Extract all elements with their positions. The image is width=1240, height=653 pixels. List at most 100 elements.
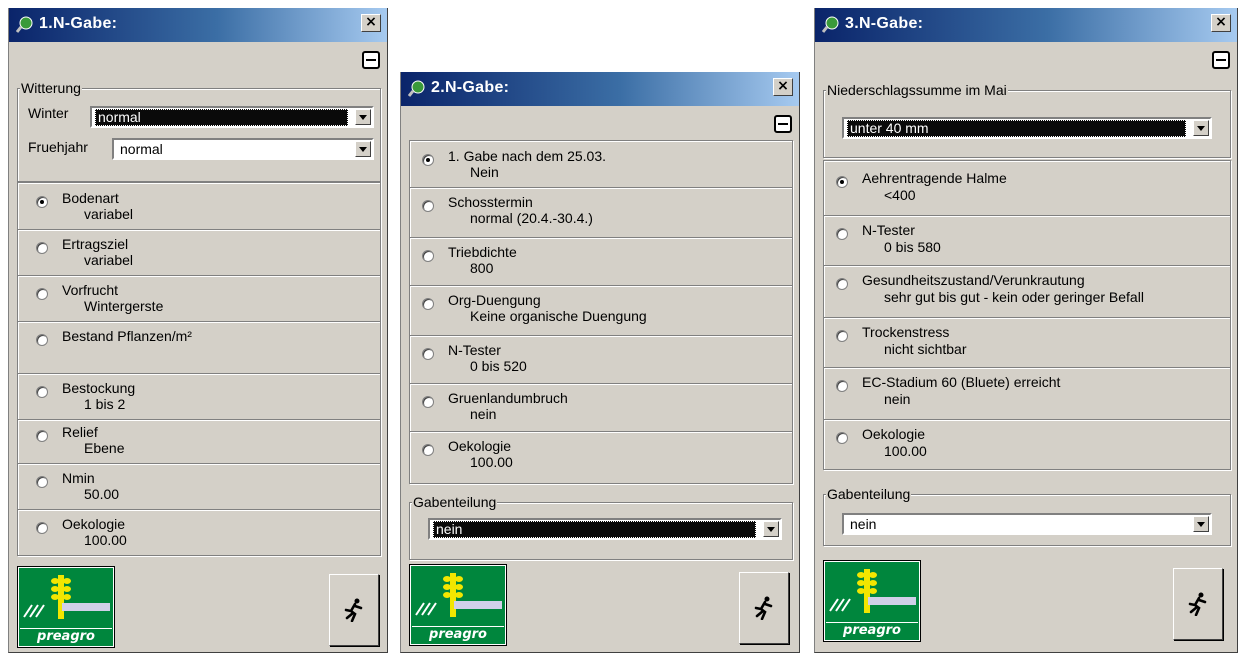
close-icon[interactable]: × [1211, 14, 1231, 32]
item-value: 100.00 [470, 454, 513, 470]
radio[interactable] [36, 242, 48, 254]
item-label: Oekologie [862, 426, 926, 442]
minimize-icon[interactable] [362, 51, 380, 69]
run-button[interactable] [329, 574, 379, 646]
group-label: Gabenteilung [412, 494, 498, 510]
chevron-down-icon[interactable] [1193, 120, 1209, 136]
list-item[interactable]: Nmin 50.00 [18, 463, 380, 510]
titlebar[interactable]: 1.N-Gabe: × [9, 8, 387, 42]
item-label: Org-Duengung [448, 292, 541, 308]
item-label: Nmin [62, 470, 95, 486]
item-value: Keine organische Duengung [470, 308, 647, 324]
winter-select[interactable]: normal [90, 106, 374, 128]
item-label: Oekologie [62, 516, 126, 532]
wheat-logo-icon [829, 569, 916, 613]
item-value: Nein [470, 164, 499, 180]
item-label: Relief [62, 424, 98, 440]
logo-text: preagro [826, 622, 918, 639]
list-item[interactable]: Schosstermin normal (20.4.-30.4.) [410, 187, 792, 238]
winter-label: Winter [28, 105, 69, 121]
radio[interactable] [836, 278, 848, 290]
radio[interactable] [422, 396, 434, 408]
titlebar[interactable]: 3.N-Gabe: × [815, 8, 1237, 42]
radio[interactable] [836, 228, 848, 240]
item-label: Aehrentragende Halme [862, 170, 1007, 186]
item-value: <400 [884, 187, 916, 203]
list-item[interactable]: Oekologie 100.00 [410, 431, 792, 483]
chevron-down-icon[interactable] [355, 109, 371, 125]
minimize-icon[interactable] [1212, 51, 1230, 69]
list-item[interactable]: Ertragsziel variabel [18, 229, 380, 276]
radio[interactable] [422, 444, 434, 456]
list-item[interactable]: Oekologie 100.00 [824, 419, 1230, 469]
list-item[interactable]: Gruenlandumbruch nein [410, 383, 792, 432]
radio[interactable] [422, 348, 434, 360]
running-man-icon [1188, 592, 1207, 616]
window-3-n-gabe: 3.N-Gabe: × Niederschlagssumme im Mai un… [814, 8, 1238, 653]
gabenteilung-select[interactable]: nein [428, 518, 782, 540]
item-value: 1 bis 2 [84, 396, 126, 412]
list-item[interactable]: Aehrentragende Halme <400 [824, 161, 1230, 216]
group-label: Gabenteilung [826, 486, 912, 502]
radio[interactable] [422, 200, 434, 212]
item-value: variabel [84, 252, 134, 268]
wheat-logo-icon [23, 575, 110, 619]
fruehjahr-select[interactable]: normal [112, 138, 374, 160]
list-item[interactable]: EC-Stadium 60 (Bluete) erreicht nein [824, 367, 1230, 420]
radio[interactable] [836, 380, 848, 392]
item-value: nein [884, 391, 911, 407]
radio[interactable] [36, 386, 48, 398]
magnifier-globe-icon [822, 16, 839, 33]
list-item[interactable]: Bestockung 1 bis 2 [18, 373, 380, 420]
item-label: Oekologie [448, 438, 512, 454]
niederschlag-select[interactable]: unter 40 mm [842, 117, 1212, 139]
item-value: normal (20.4.-30.4.) [470, 210, 593, 226]
list-item[interactable]: N-Tester 0 bis 520 [410, 335, 792, 384]
niederschlag-group: Niederschlagssumme im Mai unter 40 mm [823, 82, 1231, 158]
list-item[interactable]: N-Tester 0 bis 580 [824, 215, 1230, 266]
item-value: sehr gut bis gut - kein oder geringer Be… [884, 289, 1144, 305]
item-value: 100.00 [884, 443, 927, 459]
list-item[interactable]: 1. Gabe nach dem 25.03. Nein [410, 141, 792, 188]
list-item[interactable]: Triebdichte 800 [410, 237, 792, 286]
list-item[interactable]: Trockenstress nicht sichtbar [824, 317, 1230, 368]
run-button[interactable] [1173, 568, 1223, 640]
minimize-icon[interactable] [774, 115, 792, 133]
item-value: variabel [84, 206, 134, 222]
gabenteilung-select[interactable]: nein [842, 513, 1212, 535]
radio[interactable] [422, 298, 434, 310]
item-value: 100.00 [84, 532, 127, 548]
run-button[interactable] [739, 572, 789, 644]
close-icon[interactable]: × [361, 14, 381, 32]
list-item[interactable]: Relief Ebene [18, 419, 380, 464]
select-value: nein [433, 521, 756, 538]
radio[interactable] [36, 430, 48, 442]
list-item[interactable]: Gesundheitszustand/Verunkrautung sehr gu… [824, 265, 1230, 318]
list-item[interactable]: Bodenart variabel [18, 183, 380, 230]
radio-selected[interactable] [836, 176, 848, 188]
titlebar[interactable]: 2.N-Gabe: × [401, 72, 799, 106]
radio[interactable] [836, 432, 848, 444]
group-label: Witterung [20, 80, 82, 96]
close-icon[interactable]: × [773, 78, 793, 96]
radio[interactable] [36, 288, 48, 300]
list-item[interactable]: Org-Duengung Keine organische Duengung [410, 285, 792, 336]
chevron-down-icon[interactable] [763, 521, 779, 537]
item-label: Gruenlandumbruch [448, 390, 568, 406]
radio[interactable] [422, 250, 434, 262]
item-label: EC-Stadium 60 (Bluete) erreicht [862, 374, 1061, 390]
radio[interactable] [36, 522, 48, 534]
radio[interactable] [36, 334, 48, 346]
list-item[interactable]: Bestand Pflanzen/m² [18, 321, 380, 374]
list-item[interactable]: Vorfrucht Wintergerste [18, 275, 380, 322]
chevron-down-icon[interactable] [355, 141, 371, 157]
radio-selected[interactable] [422, 154, 434, 166]
radio[interactable] [836, 330, 848, 342]
chevron-down-icon[interactable] [1193, 516, 1209, 532]
item-value: 800 [470, 260, 494, 276]
item-label: Gesundheitszustand/Verunkrautung [862, 272, 1085, 288]
window-1-n-gabe: 1.N-Gabe: × Witterung Winter normal Frue… [8, 8, 388, 653]
list-item[interactable]: Oekologie 100.00 [18, 509, 380, 555]
radio[interactable] [36, 476, 48, 488]
radio-selected[interactable] [36, 196, 48, 208]
